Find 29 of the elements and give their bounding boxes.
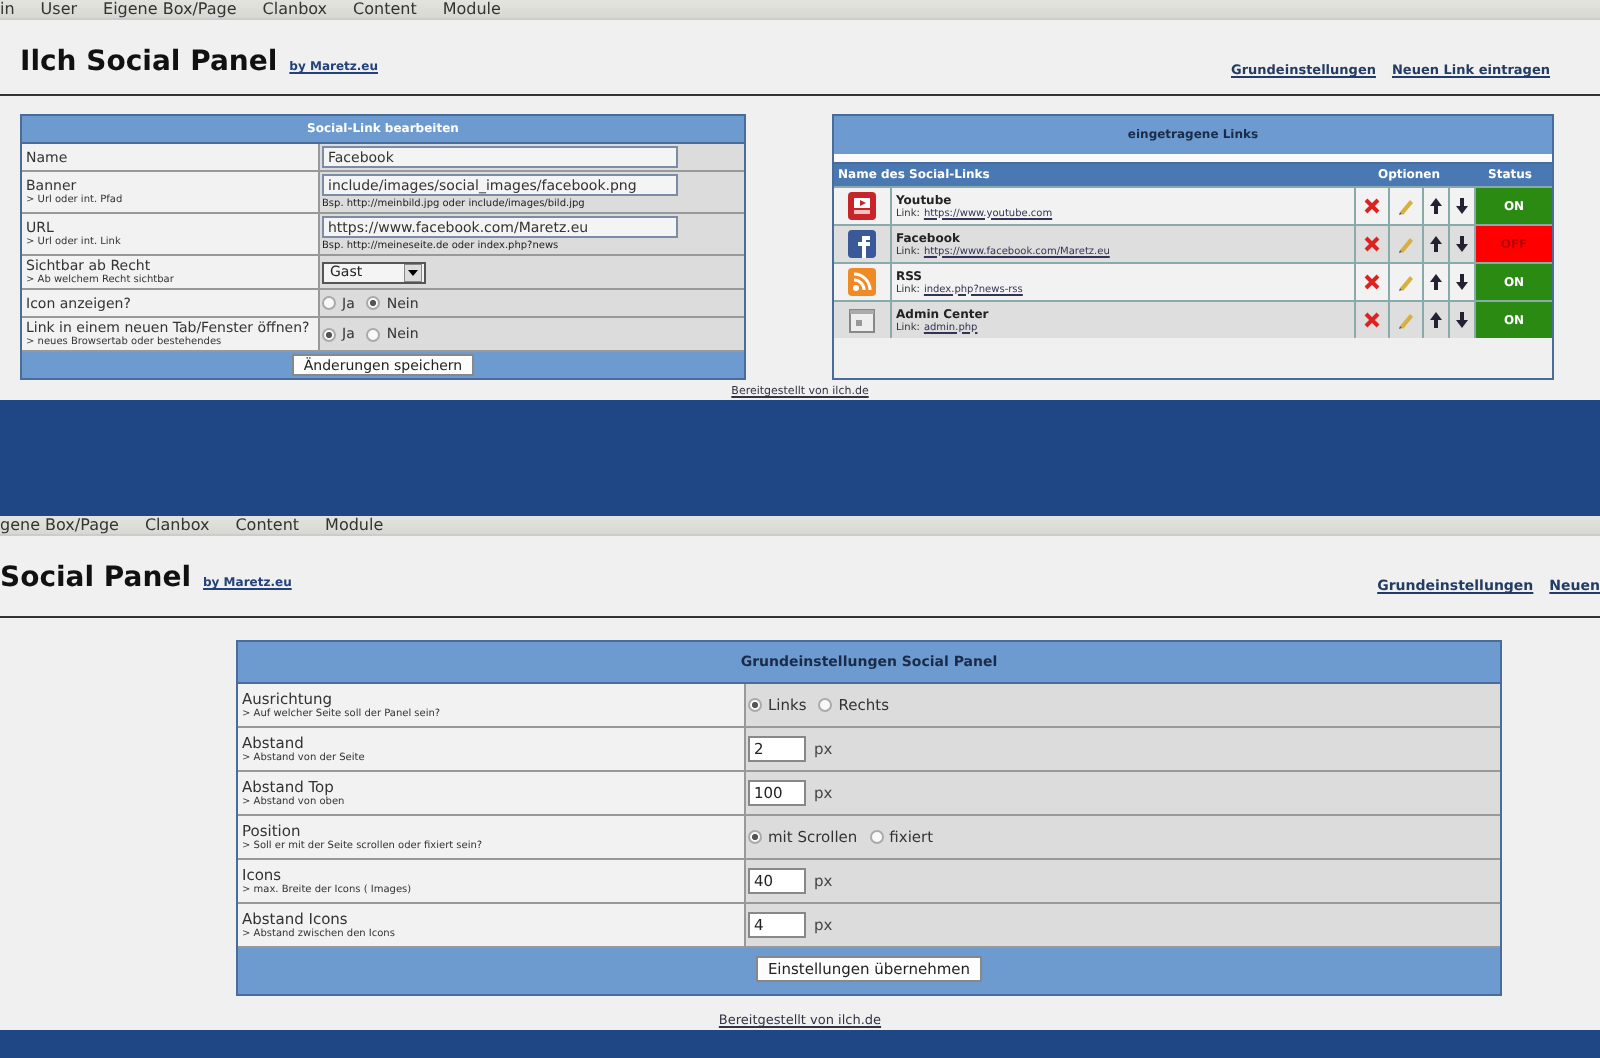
menu-item[interactable]: Clanbox <box>144 516 210 535</box>
delete-icon[interactable] <box>1362 310 1382 330</box>
menu-item[interactable]: Content <box>353 0 417 18</box>
radio-button[interactable] <box>748 830 762 844</box>
radio-button[interactable] <box>322 296 336 310</box>
menu-item[interactable]: in <box>0 0 15 18</box>
f-logo-icon <box>846 228 878 260</box>
radio-button[interactable] <box>366 327 381 341</box>
dropdown-arrow-icon <box>404 263 422 281</box>
menu-item[interactable]: gene Box/Page <box>0 516 119 535</box>
rss-icon <box>846 266 878 298</box>
video-icon <box>846 190 878 222</box>
radio-button[interactable] <box>818 698 833 712</box>
radio-button[interactable] <box>322 327 336 341</box>
window-icon <box>846 304 878 336</box>
delete-icon[interactable] <box>1362 196 1382 216</box>
page-title: Social Panel <box>0 562 192 595</box>
menu-item[interactable]: Eigene Box/Page <box>103 0 237 18</box>
menu-item[interactable]: Module <box>442 0 501 18</box>
delete-icon[interactable] <box>1362 234 1382 254</box>
menu-item[interactable]: Content <box>235 516 300 535</box>
menu-item[interactable]: Module <box>325 516 384 535</box>
delete-icon[interactable] <box>1362 272 1382 292</box>
menu-item[interactable]: User <box>40 0 78 18</box>
page-title: Ilch Social Panel <box>20 46 278 78</box>
menu-item[interactable]: Clanbox <box>262 0 328 18</box>
radio-button[interactable] <box>748 698 762 712</box>
radio-button[interactable] <box>366 296 381 310</box>
radio-button[interactable] <box>869 830 884 844</box>
